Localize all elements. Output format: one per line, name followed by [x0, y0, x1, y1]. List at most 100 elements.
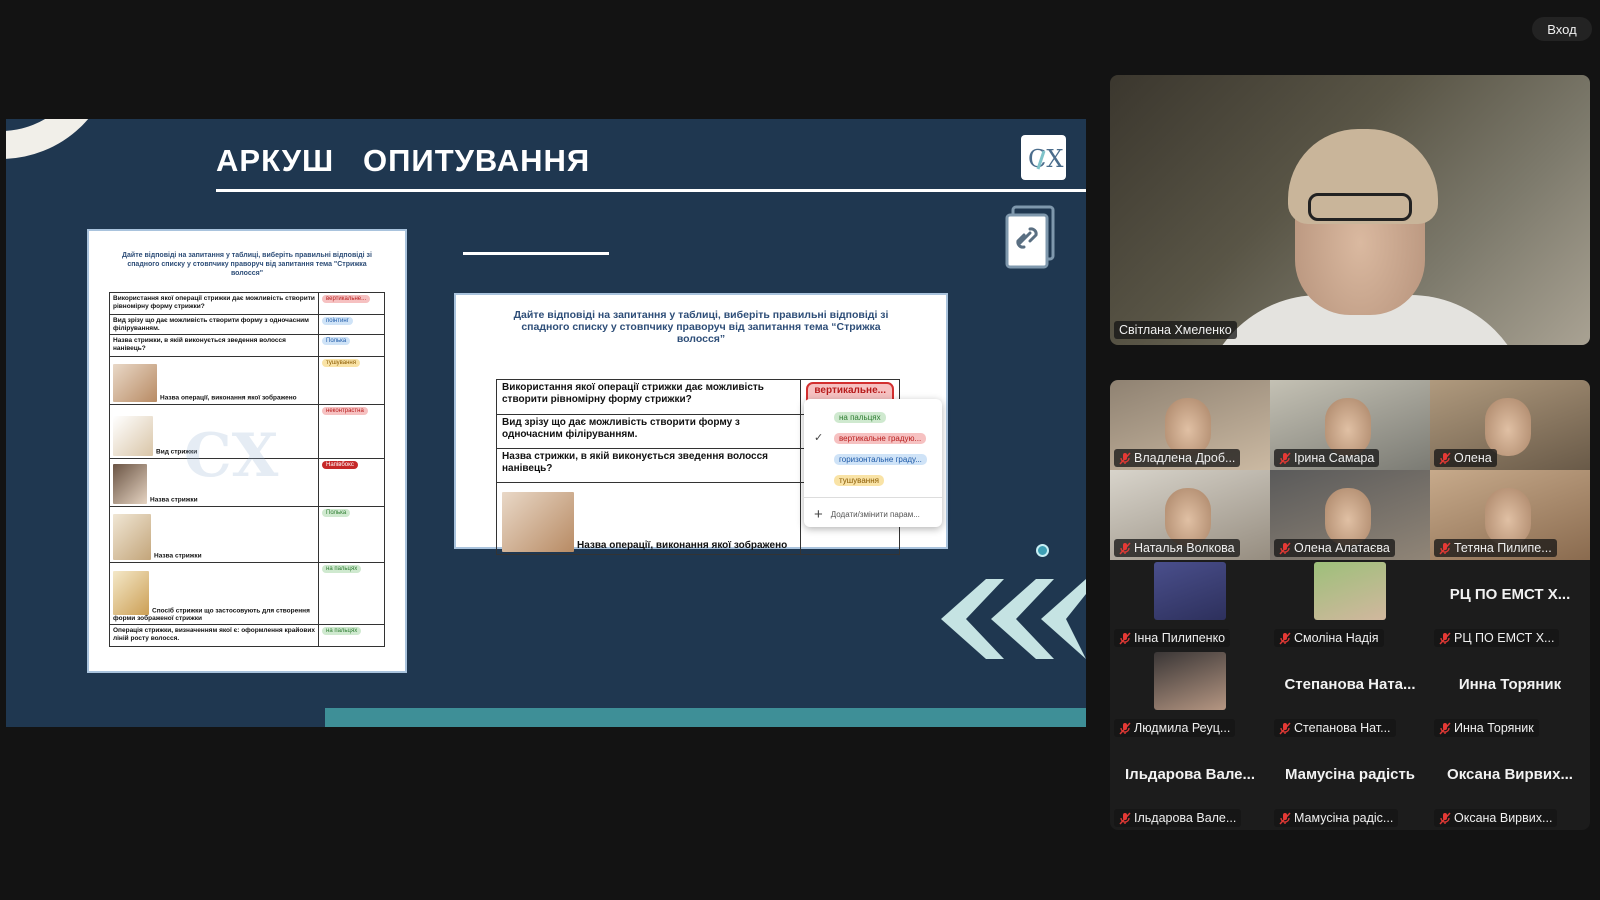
answer-cell: вертикальне...: [318, 292, 385, 315]
decorative-bar: [325, 708, 1086, 727]
participant-face: [1165, 398, 1211, 456]
participant-tile[interactable]: Тетяна Пилипе...: [1430, 470, 1590, 560]
answer-chip: Полька: [322, 337, 351, 345]
add-edit-options-button[interactable]: + Додати/змінити парам...: [804, 504, 942, 524]
participant-name: Олена: [1434, 449, 1497, 467]
participant-tile[interactable]: Наталья Волкова: [1110, 470, 1270, 560]
dropdown-option[interactable]: на пальцях: [804, 407, 942, 428]
answer-cell: тушування: [318, 356, 385, 405]
mic-off-icon: [1439, 812, 1451, 825]
answer-cell: на пальцях: [318, 562, 385, 625]
question-cell: Вид зрізу що дає можливість створити фор…: [109, 314, 319, 335]
svg-text:СХ: СХ: [1028, 145, 1063, 173]
dropdown-option[interactable]: тушування: [804, 470, 942, 491]
document-heading: Дайте відповіді на запитання у таблиці, …: [122, 252, 372, 277]
answer-cell: на пальцях: [318, 624, 385, 647]
logo-icon: СХ: [1021, 135, 1066, 180]
participant-name: Инна Торяник: [1434, 719, 1539, 737]
participant-avatar: [1314, 562, 1386, 620]
participant-tile[interactable]: Олена Алатаєва: [1270, 470, 1430, 560]
participant-name: Ільдарова Вале...: [1114, 809, 1242, 827]
table-row: Використання якої операції стрижки дає м…: [109, 292, 385, 315]
question-cell: Назва стрижки: [109, 506, 319, 563]
participant-tile[interactable]: Владлена Дроб...: [1110, 380, 1270, 470]
answer-chip: поінтинг: [322, 317, 353, 325]
mic-off-icon: [1279, 722, 1291, 735]
mic-off-icon: [1439, 632, 1451, 645]
participant-tile[interactable]: Смоліна Надія: [1270, 560, 1430, 650]
participant-name: Людмила Реуц...: [1114, 719, 1236, 737]
mic-off-icon: [1439, 722, 1451, 735]
answer-chip: тушування: [322, 359, 360, 367]
answer-chip: неконтрастна: [322, 407, 368, 415]
question-cell: Використання якої операції стрижки дає м…: [495, 379, 802, 415]
check-icon: ✓: [814, 432, 824, 444]
table-row: Назва стрижки Полька: [109, 506, 385, 563]
meeting-window: Вход АРКУШ ОПИТУВАННЯ СХ Дайте відповіді…: [0, 0, 1600, 900]
speaker-video[interactable]: Світлана Хмеленко: [1110, 75, 1590, 345]
participant-tile[interactable]: РЦ ПО ЕМСТ Х... РЦ ПО ЕМСТ Х...: [1430, 560, 1590, 650]
mic-off-icon: [1119, 632, 1131, 645]
mic-off-icon: [1119, 452, 1131, 465]
question-cell: Назва операції, виконання якої зображено: [495, 482, 802, 555]
participant-name: Мамусіна радіс...: [1274, 809, 1399, 827]
participant-name: Оксана Вирвих...: [1434, 809, 1558, 827]
slide-title: АРКУШ ОПИТУВАННЯ: [216, 143, 591, 178]
question-cell: Вид зрізу що дає можливість створити фор…: [495, 414, 802, 449]
participant-tile[interactable]: Людмила Реуц...: [1110, 650, 1270, 740]
haircut-photo: [113, 416, 153, 456]
participant-display-name: Оксана Вирвих...: [1447, 766, 1573, 783]
participant-name: Владлена Дроб...: [1114, 449, 1241, 467]
decorative-arc: [6, 119, 116, 159]
participant-tile[interactable]: Мамусіна радість Мамусіна радіс...: [1270, 740, 1430, 830]
table-row: Вид зрізу що дає можливість створити фор…: [109, 314, 385, 335]
question-cell: Операція стрижки, визначенням якої є: оф…: [109, 624, 319, 647]
answer-cell: неконтрастна: [318, 404, 385, 459]
participant-tile[interactable]: Ільдарова Вале... Ільдарова Вале...: [1110, 740, 1270, 830]
mic-off-icon: [1279, 632, 1291, 645]
participant-display-name: Ільдарова Вале...: [1125, 766, 1255, 783]
participant-name: РЦ ПО ЕМСТ Х...: [1434, 629, 1560, 647]
table-row: Назва операції, виконання якої зображено…: [109, 356, 385, 405]
mic-off-icon: [1439, 452, 1451, 465]
survey-document-zoomed: Дайте відповіді на запитання у таблиці, …: [454, 293, 948, 555]
participant-tile[interactable]: Інна Пилипенко: [1110, 560, 1270, 650]
participant-face: [1485, 488, 1531, 546]
speaker-name: Світлана Хмеленко: [1114, 321, 1237, 339]
question-cell: Спосіб стрижки що застосовують для створ…: [109, 562, 319, 625]
answer-cell: поінтинг: [318, 314, 385, 335]
participant-face: [1165, 488, 1211, 546]
dropdown-option-selected[interactable]: ✓ вертикальне градую...: [804, 428, 942, 449]
participant-display-name: Степанова Ната...: [1284, 676, 1416, 693]
participant-display-name: Инна Торяник: [1458, 676, 1562, 693]
pointer-cursor: [1036, 544, 1049, 557]
participant-tile[interactable]: Степанова Ната... Степанова Нат...: [1270, 650, 1430, 740]
watermark-logo: СХ: [184, 421, 279, 491]
participant-tile[interactable]: Инна Торяник Инна Торяник: [1430, 650, 1590, 740]
mic-off-icon: [1279, 812, 1291, 825]
participant-face: [1485, 398, 1531, 456]
survey-document-preview: Дайте відповіді на запитання у таблиці, …: [87, 229, 407, 673]
answer-cell: Полька: [318, 334, 385, 357]
participant-tile[interactable]: Ірина Самара: [1270, 380, 1430, 470]
enter-button[interactable]: Вход: [1532, 17, 1592, 41]
haircut-photo: [113, 464, 147, 504]
participant-tile[interactable]: Оксана Вирвих... Оксана Вирвих...: [1430, 740, 1590, 830]
video-frame-shape: [1308, 193, 1412, 221]
mic-off-icon: [1119, 722, 1131, 735]
participant-name: Інна Пилипенко: [1114, 629, 1231, 647]
answer-chip: Полька: [322, 509, 351, 517]
shared-screen: АРКУШ ОПИТУВАННЯ СХ Дайте відповіді на з…: [6, 119, 1086, 727]
participant-avatar: [1154, 562, 1226, 620]
participant-name: Наталья Волкова: [1114, 539, 1240, 557]
title-underline: [216, 189, 1086, 192]
haircut-photo: [502, 492, 574, 552]
dropdown-option[interactable]: горизонтальне граду...: [804, 449, 942, 470]
document-heading: Дайте відповіді на запитання у таблиці, …: [513, 309, 889, 345]
table-row: Назва стрижки, в якій виконується зведен…: [109, 334, 385, 357]
attachment-link-icon: [1005, 205, 1055, 269]
table-row: Операція стрижки, визначенням якої є: оф…: [109, 624, 385, 647]
participants-grid: Владлена Дроб... Ірина Самара Олена Наталья…: [1110, 380, 1590, 830]
answer-chip: Напівбокс: [322, 461, 358, 469]
participant-tile[interactable]: Олена: [1430, 380, 1590, 470]
